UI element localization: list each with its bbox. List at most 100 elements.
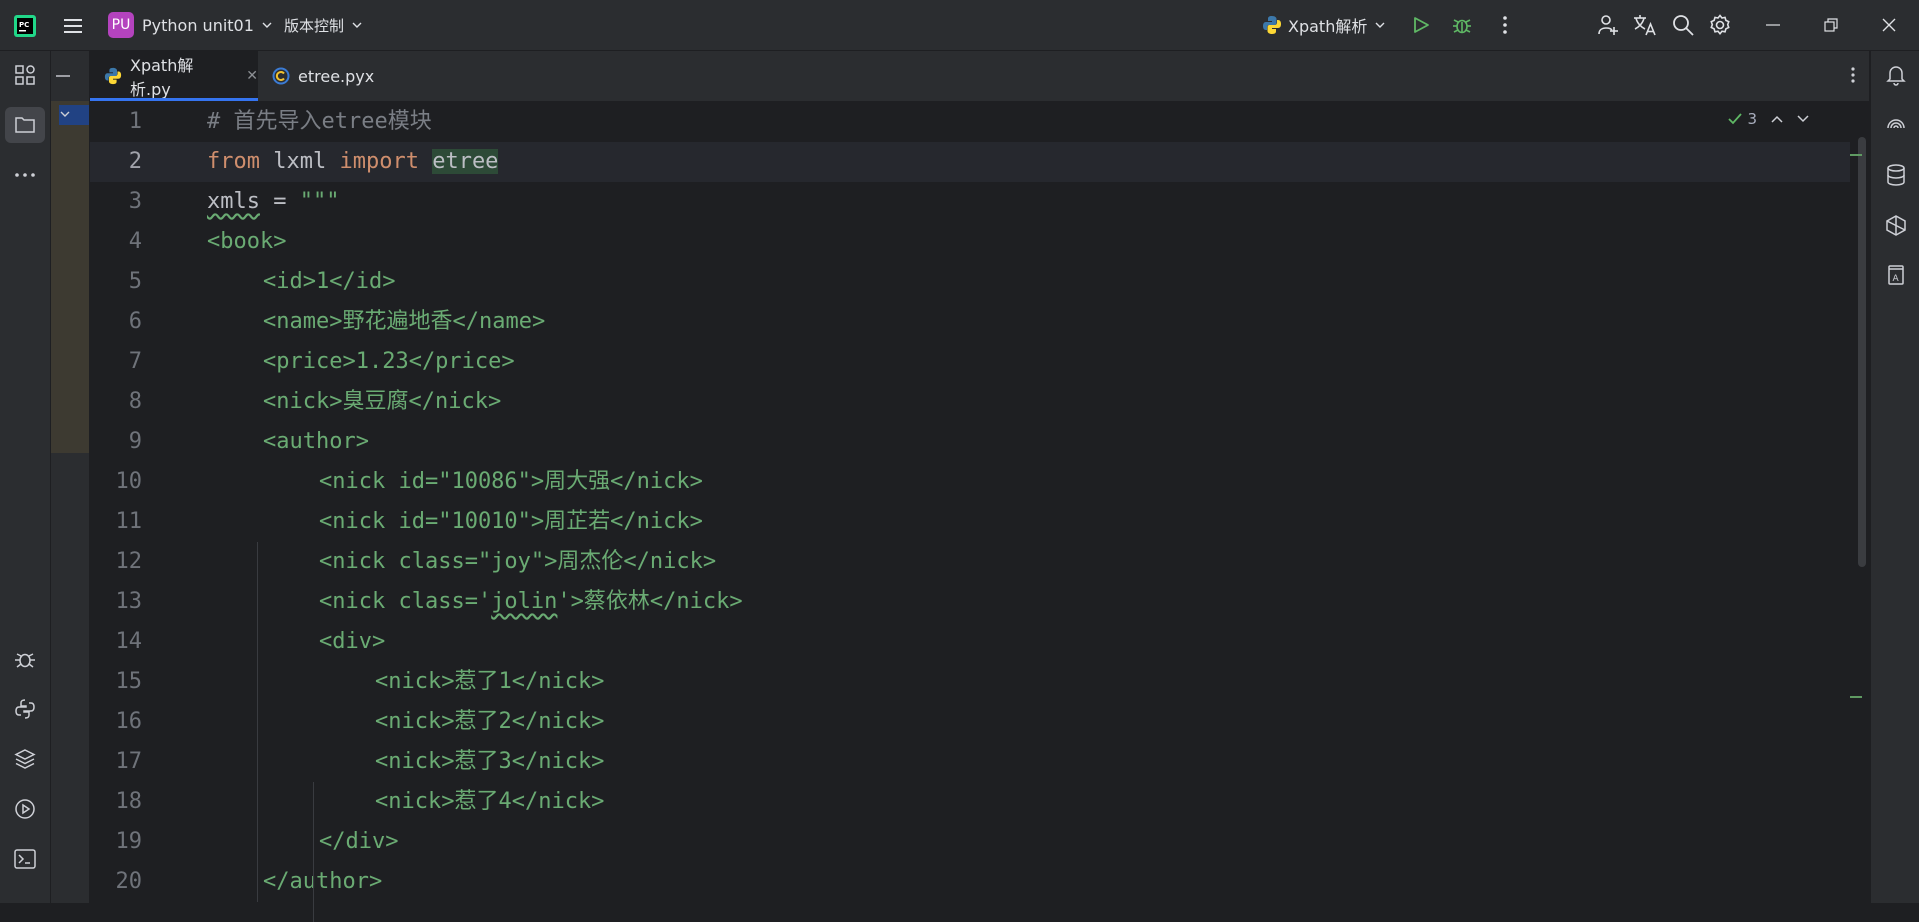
line-number[interactable]: 9 <box>90 422 142 462</box>
code-line[interactable]: 17 <nick>惹了3</nick> <box>90 742 1850 782</box>
code-line[interactable]: 5 <id>1</id> <box>90 262 1850 302</box>
line-number[interactable]: 10 <box>90 462 143 502</box>
code-line[interactable]: 3 xmls = """ <box>90 182 1850 222</box>
run-icon[interactable] <box>1408 12 1434 38</box>
code-editor[interactable]: 20 </author> 19 </div> 18 <nick>惹了4</nick> 17 <… <box>90 102 1869 922</box>
more-actions-icon[interactable] <box>1492 12 1518 38</box>
services-icon[interactable] <box>5 791 45 827</box>
chevron-down-icon <box>352 22 362 28</box>
line-number[interactable]: 18 <box>90 782 143 822</box>
restore-window-icon[interactable] <box>1818 12 1844 38</box>
line-number[interactable]: 17 <box>90 742 143 782</box>
bookmarks-icon[interactable]: A <box>1876 257 1916 293</box>
line-number[interactable]: 16 <box>90 702 143 742</box>
code-line[interactable]: 18 <nick>惹了4</nick> <box>90 782 1850 822</box>
code-line[interactable]: 11 <nick id="10010">周芷若</nick> <box>90 502 1850 542</box>
code-line[interactable]: 2 from lxml import etree <box>90 142 1850 182</box>
title-bar: PC PU Python unit01 版本控制 Xpath解析 <box>0 0 1919 51</box>
line-number[interactable]: 8 <box>90 382 142 422</box>
ai-assistant-icon[interactable] <box>1876 107 1916 143</box>
code-line[interactable]: 16 <nick>惹了2</nick> <box>90 702 1850 742</box>
pycharm-logo-icon[interactable]: PC <box>12 13 38 39</box>
code-token: <nick>惹了3</nick> <box>375 749 605 774</box>
inspection-widget[interactable]: 3 <box>1727 110 1809 128</box>
more-tools-icon[interactable] <box>5 157 45 193</box>
debug-tool-icon[interactable] <box>5 641 45 677</box>
line-number[interactable]: 3 <box>90 182 142 222</box>
project-tree[interactable] <box>51 101 89 453</box>
code-line[interactable]: 10 <nick id="10086">周大强</nick> <box>90 462 1850 502</box>
code-token: <nick>惹了1</nick> <box>375 669 605 694</box>
minimize-window-icon[interactable] <box>1760 12 1786 38</box>
code-line[interactable]: 6 <name>野花遍地香</name> <box>90 302 1850 342</box>
code-line[interactable]: 13 <nick class='jolin'>蔡依林</nick> <box>90 582 1850 622</box>
project-folder-icon[interactable] <box>5 107 45 143</box>
project-selector[interactable]: PU Python unit01 <box>108 12 272 38</box>
settings-gear-icon[interactable] <box>1707 12 1733 38</box>
debug-icon[interactable] <box>1449 12 1475 38</box>
code-line[interactable]: 7 <price>1.23</price> <box>90 342 1850 382</box>
code-text: <nick>惹了2</nick> <box>375 702 604 742</box>
code-token: <id>1</id> <box>263 269 396 294</box>
copilot-icon[interactable] <box>1876 207 1916 243</box>
line-number[interactable]: 7 <box>90 342 142 382</box>
code-line[interactable]: 9 <author> <box>90 422 1850 462</box>
code-line[interactable]: 12 <nick class="joy">周杰伦</nick> <box>90 542 1850 582</box>
code-line[interactable]: 19 </div> <box>90 822 1850 862</box>
line-number[interactable]: 4 <box>90 222 142 262</box>
indent-guide <box>257 542 258 902</box>
left-tool-window-bar <box>0 51 51 903</box>
line-number[interactable]: 6 <box>90 302 142 342</box>
python-console-icon[interactable] <box>5 691 45 727</box>
line-number[interactable]: 5 <box>90 262 142 302</box>
code-text: <nick id="10086">周大强</nick> <box>319 462 703 502</box>
close-window-icon[interactable] <box>1876 12 1902 38</box>
line-number[interactable]: 20 <box>90 862 143 902</box>
python-icon <box>1262 15 1282 35</box>
code-text: <nick class='jolin'>蔡依林</nick> <box>319 582 743 622</box>
check-icon <box>1727 112 1743 126</box>
close-tab-icon[interactable]: ✕ <box>246 68 258 84</box>
notifications-bell-icon[interactable] <box>1876 57 1916 93</box>
next-highlight-icon[interactable] <box>1797 115 1809 123</box>
code-token: <nick id="10086">周大强</nick> <box>319 469 703 494</box>
code-line[interactable]: 20 </author> <box>90 862 1850 902</box>
line-number[interactable]: 12 <box>90 542 143 582</box>
code-text: <nick>惹了1</nick> <box>375 662 604 702</box>
main-menu-icon[interactable] <box>60 13 86 39</box>
python-packages-icon[interactable] <box>5 741 45 777</box>
line-number[interactable]: 14 <box>90 622 143 662</box>
project-tree-selected-node[interactable] <box>59 105 89 125</box>
structure-tool-icon[interactable] <box>5 57 45 93</box>
line-number[interactable]: 11 <box>90 502 143 542</box>
code-line[interactable]: 1 # 首先导入etree模块 <box>90 102 1850 142</box>
run-configuration-selector[interactable]: Xpath解析 <box>1262 12 1385 38</box>
code-text: xmls = """ <box>207 182 339 222</box>
line-number[interactable]: 15 <box>90 662 143 702</box>
code-line[interactable]: 15 <nick>惹了1</nick> <box>90 662 1850 702</box>
translate-icon[interactable] <box>1632 12 1658 38</box>
line-number[interactable]: 13 <box>90 582 143 622</box>
editor-tabs: Xpath解析.py ✕ etree.pyx <box>90 51 1869 102</box>
tab-options-icon[interactable] <box>1851 67 1855 83</box>
search-icon[interactable] <box>1670 12 1696 38</box>
terminal-icon[interactable] <box>5 841 45 877</box>
code-text: </author> <box>263 862 382 902</box>
code-line[interactable]: 14 <div> <box>90 622 1850 662</box>
line-number[interactable]: 19 <box>90 822 143 862</box>
previous-highlight-icon[interactable] <box>1771 115 1783 123</box>
code-token: <book> <box>207 229 287 254</box>
code-token: etree <box>432 149 499 174</box>
add-user-icon[interactable] <box>1595 12 1621 38</box>
vcs-menu[interactable]: 版本控制 <box>284 12 362 38</box>
code-line[interactable]: 8 <nick>臭豆腐</nick> <box>90 382 1850 422</box>
code-text: <name>野花遍地香</name> <box>263 302 545 342</box>
tab-etree-pyx[interactable]: etree.pyx <box>258 51 400 101</box>
line-number[interactable]: 2 <box>90 142 142 182</box>
vertical-scrollbar[interactable] <box>1858 137 1866 567</box>
tab-xpath-py[interactable]: Xpath解析.py ✕ <box>90 51 258 101</box>
code-line[interactable]: 4 <book> <box>90 222 1850 262</box>
database-icon[interactable] <box>1876 157 1916 193</box>
line-number[interactable]: 1 <box>90 102 142 142</box>
project-panel-header <box>51 51 89 101</box>
